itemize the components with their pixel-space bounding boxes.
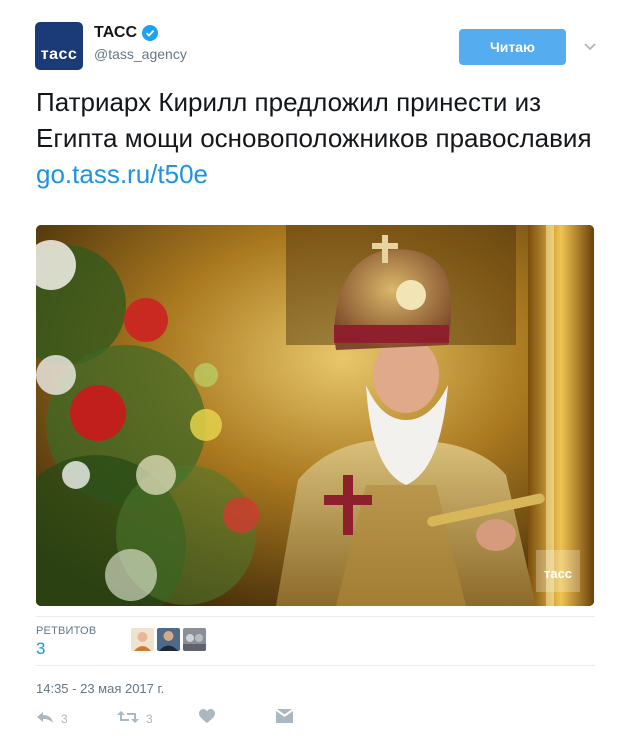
following-button[interactable]: Читаю [459, 29, 566, 65]
tweet-photo[interactable]: тасс [36, 225, 594, 606]
retweet-action[interactable]: 3 [117, 709, 153, 728]
like-action[interactable] [199, 709, 215, 727]
envelope-icon[interactable] [276, 709, 293, 727]
tweet-link[interactable]: go.tass.ru/t50e [36, 156, 596, 192]
photo-watermark: тасс [544, 566, 572, 581]
retweet-count: 3 [146, 711, 153, 726]
author-block: ТАСС @tass_agency [94, 24, 187, 62]
verified-badge-icon [142, 25, 159, 41]
heart-icon[interactable] [199, 709, 215, 727]
retweets-count[interactable]: 3 [36, 639, 45, 659]
author-handle[interactable]: @tass_agency [94, 46, 187, 62]
retweeter-avatars [131, 628, 206, 651]
tweet-body: Патриарх Кирилл предложил принести из Ег… [36, 87, 592, 153]
tweet-timestamp[interactable]: 14:35 - 23 мая 2017 г. [36, 681, 164, 696]
author-display-name[interactable]: ТАСС [94, 24, 137, 42]
tass-avatar[interactable]: тасс [35, 22, 83, 70]
retweets-label: РЕТВИТОВ [36, 625, 97, 637]
tweet-stats: РЕТВИТОВ 3 [36, 616, 595, 666]
tweet-text: Патриарх Кирилл предложил принести из Ег… [36, 84, 596, 192]
retweeter-avatar[interactable] [183, 628, 206, 651]
direct-message-action[interactable] [276, 709, 293, 727]
reply-icon[interactable] [36, 709, 54, 728]
reply-count: 3 [61, 711, 68, 726]
retweeter-avatar[interactable] [131, 628, 154, 651]
chevron-down-icon[interactable] [582, 38, 598, 54]
retweeter-avatar[interactable] [157, 628, 180, 651]
reply-action[interactable]: 3 [36, 709, 68, 728]
retweet-icon[interactable] [117, 709, 139, 728]
